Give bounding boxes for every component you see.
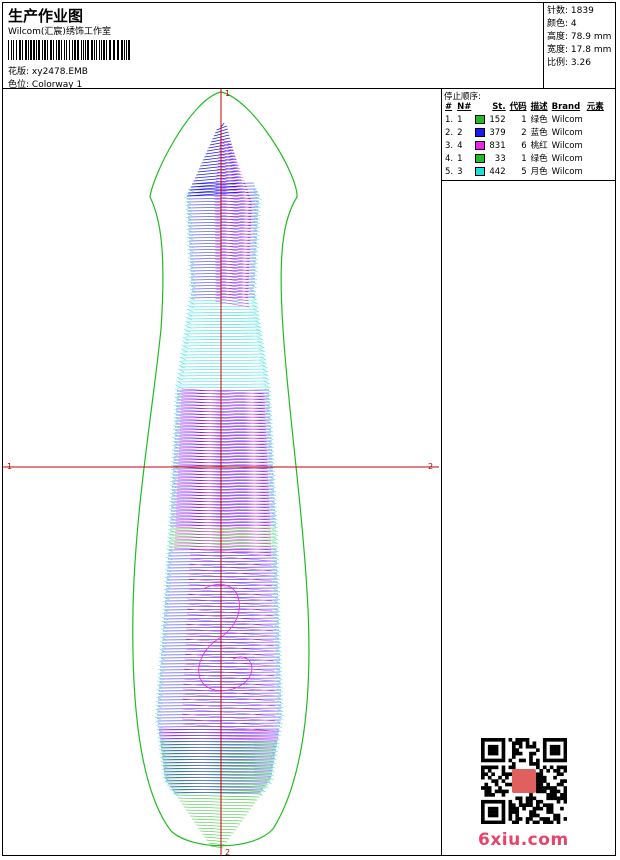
stat-width: 宽度: 17.8 mm	[547, 45, 612, 55]
row-brand: Wilcom	[551, 141, 583, 151]
color-swatch	[473, 127, 487, 140]
row-desc: 桃红	[530, 141, 548, 151]
col-header: 描述	[530, 102, 548, 112]
row-element	[585, 153, 606, 166]
col-header: N#	[457, 102, 472, 112]
row-stitches: 152	[489, 115, 506, 125]
color-swatch	[473, 140, 487, 153]
barcode-icon	[8, 40, 130, 60]
axis-label-bottom: 2	[225, 848, 231, 857]
row-code: 2	[521, 128, 527, 138]
design-file-row: 花版: xy2478.EMB	[8, 64, 88, 77]
row-desc: 绿色	[530, 115, 548, 125]
color-swatch	[473, 166, 487, 179]
swatch-box	[475, 115, 486, 124]
row-brand: Wilcom	[551, 167, 583, 177]
design-label: 花版:	[8, 67, 30, 77]
color-sequence-table: # N# St. 代码 描述 Brand 元素 1. 1 152 1 绿色 Wilcom 2…	[443, 101, 606, 179]
axis-label-right: 2	[428, 462, 434, 471]
design-file: xy2478.EMB	[31, 67, 88, 77]
col-header	[473, 101, 487, 114]
stat-scale: 比例: 3.26	[547, 58, 591, 68]
side-panel: 停止顺序: # N# St. 代码 描述 Brand 元素 1. 1 152 1 绿色 W…	[441, 89, 616, 856]
row-index: 1.	[445, 115, 454, 125]
row-stitches: 831	[489, 141, 506, 151]
row-needle: 1	[457, 115, 463, 125]
row-index: 3.	[445, 141, 454, 151]
row-desc: 蓝色	[530, 128, 548, 138]
row-index: 4.	[445, 154, 454, 164]
table-row: 2. 2 379 2 蓝色 Wilcom	[443, 127, 606, 140]
row-needle: 2	[457, 128, 463, 138]
axis-label-left: 1	[7, 462, 13, 471]
row-code: 1	[521, 115, 527, 125]
row-code: 5	[521, 167, 527, 177]
row-element	[585, 140, 606, 153]
col-header: 元素	[586, 102, 604, 112]
table-row: 3. 4 831 6 桃红 Wilcom	[443, 140, 606, 153]
col-header: #	[445, 102, 453, 112]
color-swatch	[473, 114, 487, 127]
swatch-box	[475, 154, 486, 163]
row-needle: 1	[457, 154, 463, 164]
table-header-row: # N# St. 代码 描述 Brand 元素	[443, 101, 606, 114]
col-header: Brand	[551, 102, 581, 112]
row-desc: 月色	[530, 167, 548, 177]
row-element	[585, 166, 606, 179]
row-stitches: 379	[489, 128, 506, 138]
row-code: 1	[521, 154, 527, 164]
row-index: 2.	[445, 128, 454, 138]
row-needle: 4	[457, 141, 463, 151]
stat-height: 高度: 78.9 mm	[547, 32, 612, 42]
stat-colors: 颜色: 4	[547, 19, 577, 29]
embroidery-preview	[3, 89, 439, 856]
color-swatch	[473, 153, 487, 166]
company-name: Wilcom(汇宸)绣饰工作室	[8, 27, 111, 37]
swatch-box	[475, 128, 486, 137]
col-header: 代码	[509, 102, 527, 112]
row-stitches: 442	[489, 167, 506, 177]
row-brand: Wilcom	[551, 115, 583, 125]
stats-panel: 针数: 1839 颜色: 4 高度: 78.9 mm 宽度: 17.8 mm 比…	[544, 2, 616, 89]
swatch-box	[475, 141, 486, 150]
row-desc: 绿色	[530, 154, 548, 164]
swatch-box	[475, 167, 486, 176]
axis-label-top: 1	[225, 89, 231, 98]
row-brand: Wilcom	[551, 154, 583, 164]
row-stitches: 33	[494, 154, 506, 164]
row-brand: Wilcom	[551, 128, 583, 138]
row-code: 6	[521, 141, 527, 151]
row-needle: 3	[457, 167, 463, 177]
table-row: 4. 1 33 1 绿色 Wilcom	[443, 153, 606, 166]
qr-code-icon	[481, 738, 567, 824]
table-row: 5. 3 442 5 月色 Wilcom	[443, 166, 606, 179]
row-element	[585, 114, 606, 127]
page-title: 生产作业图	[8, 7, 84, 25]
stop-sequence-panel: 停止顺序: # N# St. 代码 描述 Brand 元素 1. 1 152 1 绿色 W…	[442, 89, 616, 181]
row-index: 5.	[445, 167, 454, 177]
row-element	[585, 127, 606, 140]
col-header: St.	[492, 102, 506, 112]
watermark-logo: 6xiu.com	[478, 830, 569, 850]
stat-stitches: 针数: 1839	[547, 6, 594, 16]
table-row: 1. 1 152 1 绿色 Wilcom	[443, 114, 606, 127]
header-panel: 生产作业图 Wilcom(汇宸)绣饰工作室 花版: xy2478.EMB 色位:…	[2, 2, 544, 90]
